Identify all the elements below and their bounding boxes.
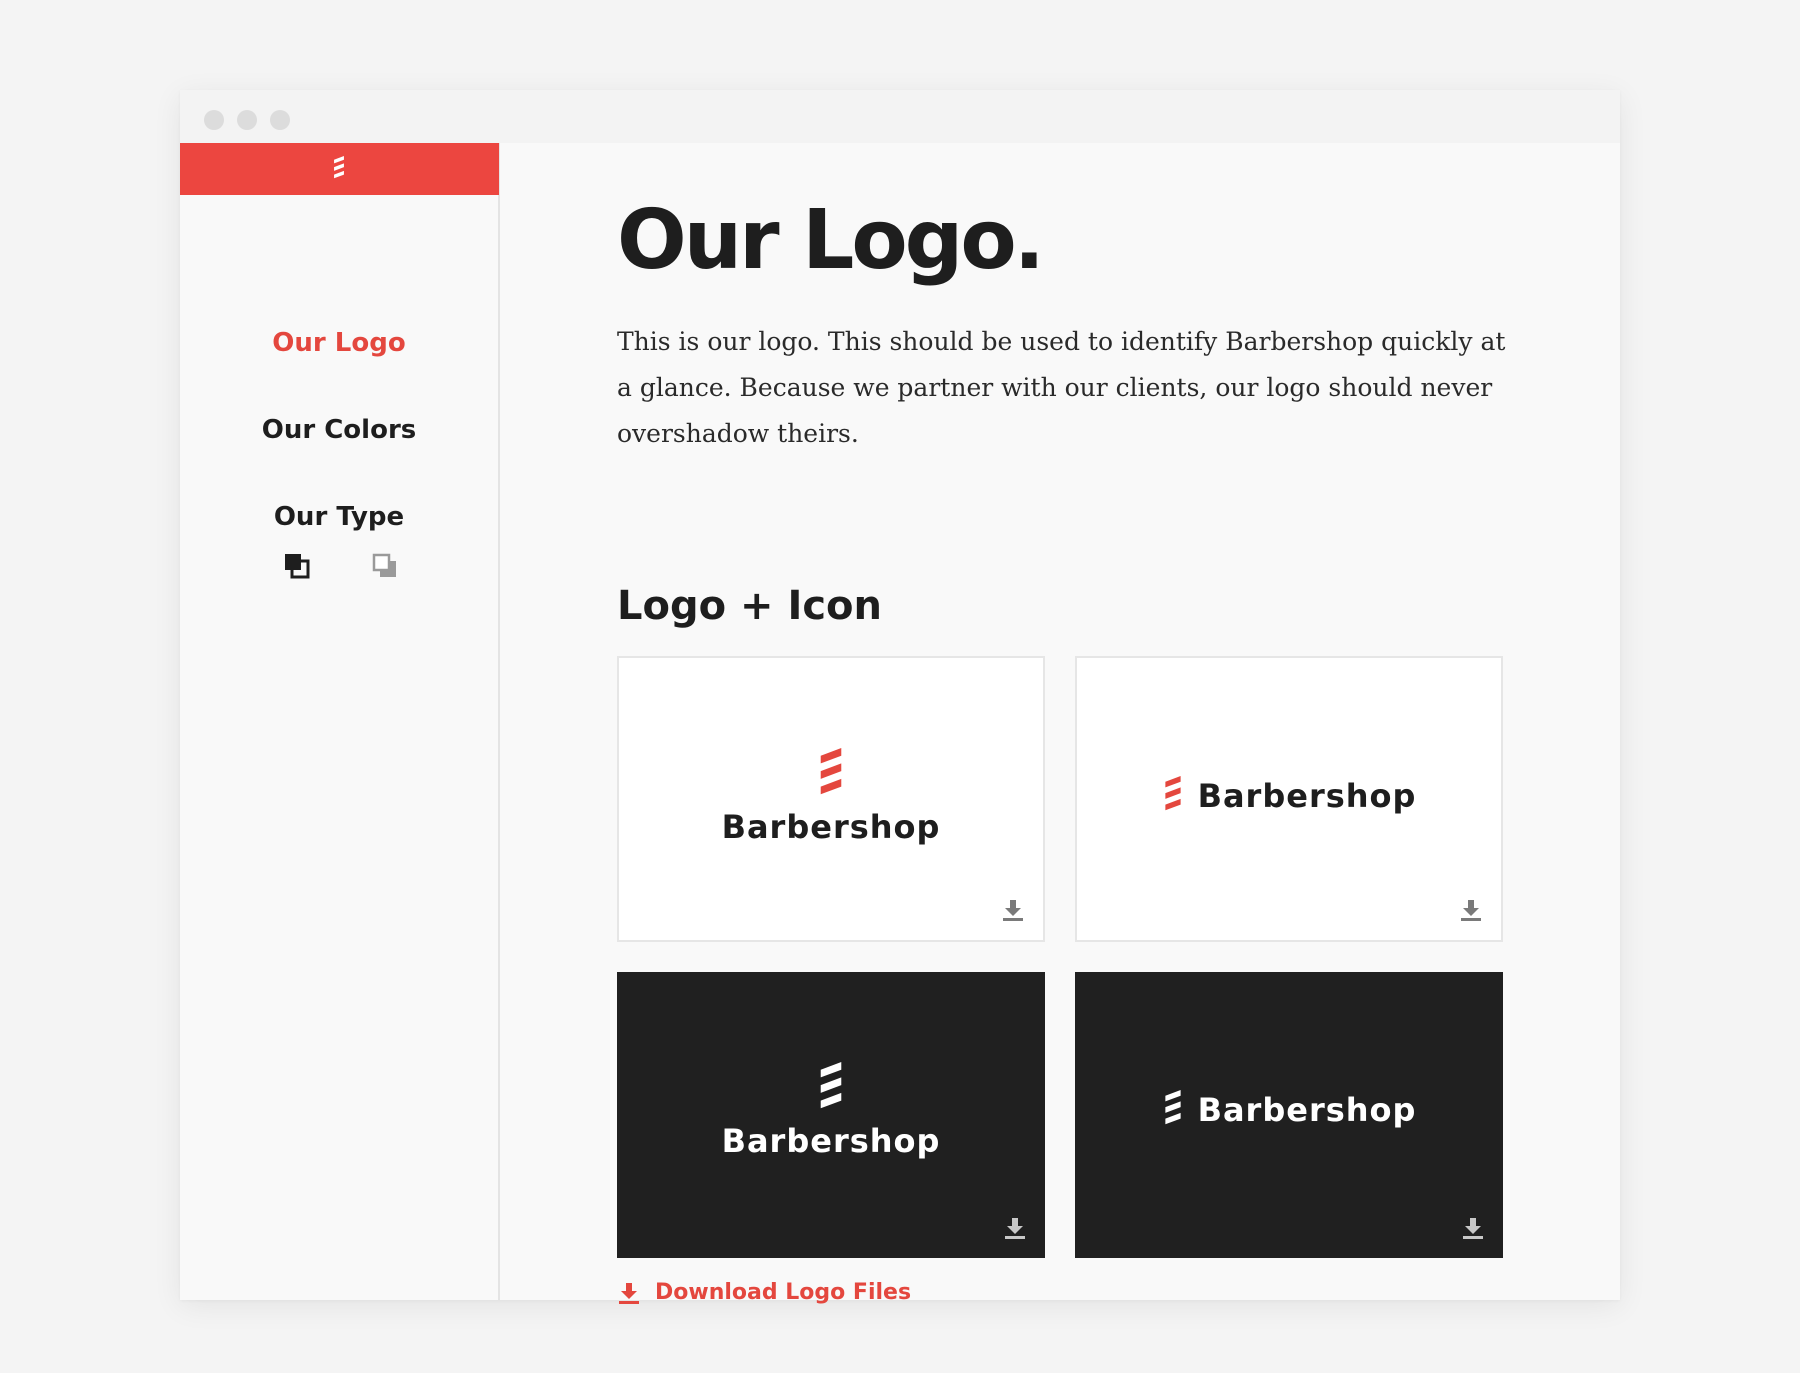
- logo-wordmark: Barbershop: [1197, 1091, 1417, 1129]
- barbershop-pole-icon: [1164, 1090, 1181, 1125]
- window-maximize-dot[interactable]: [270, 110, 290, 130]
- inline-logo: Barbershop: [1075, 1090, 1503, 1130]
- sidebar-item-our-logo[interactable]: Our Logo: [180, 328, 498, 358]
- download-logo-files-link[interactable]: Download Logo Files: [617, 1280, 911, 1305]
- dark-theme-icon: [285, 554, 310, 579]
- download-icon[interactable]: [1461, 1216, 1485, 1240]
- barbershop-pole-icon: [1164, 776, 1181, 811]
- logo-card-dark-stacked[interactable]: Barbershop: [617, 972, 1045, 1258]
- barbershop-pole-icon: [334, 156, 344, 179]
- barbershop-pole-icon: [820, 1062, 842, 1109]
- download-icon[interactable]: [1459, 898, 1483, 922]
- dark-theme-toggle[interactable]: [284, 553, 310, 579]
- brand-bar[interactable]: [180, 143, 499, 195]
- window-titlebar: [180, 90, 1620, 143]
- intro-paragraph: This is our logo. This should be used to…: [617, 327, 1506, 448]
- barbershop-pole-icon: [820, 748, 842, 795]
- inline-logo: Barbershop: [1077, 776, 1501, 816]
- sidebar: Our Logo Our Colors Our Type: [180, 143, 500, 1300]
- logo-card-light-stacked[interactable]: Barbershop: [617, 656, 1045, 942]
- download-logo-files-label: Download Logo Files: [655, 1280, 912, 1305]
- stacked-logo: Barbershop: [619, 748, 1043, 846]
- sidebar-item-our-colors[interactable]: Our Colors: [180, 415, 498, 445]
- download-icon: [619, 1282, 639, 1304]
- browser-window: Our Logo Our Colors Our Type Our Logo. T…: [180, 90, 1620, 1305]
- light-theme-icon: [372, 553, 396, 577]
- page-title: Our Logo.: [617, 193, 1045, 288]
- stacked-logo: Barbershop: [617, 1062, 1045, 1160]
- logo-wordmark: Barbershop: [721, 808, 941, 846]
- section-title: Logo + Icon: [617, 583, 882, 629]
- window-close-dot[interactable]: [204, 110, 224, 130]
- window-minimize-dot[interactable]: [237, 110, 257, 130]
- logo-wordmark: Barbershop: [1197, 777, 1417, 815]
- sidebar-item-our-type[interactable]: Our Type: [180, 502, 498, 532]
- logo-card-light-inline[interactable]: Barbershop: [1075, 656, 1503, 942]
- logo-card-dark-inline[interactable]: Barbershop: [1075, 972, 1503, 1258]
- light-theme-toggle[interactable]: [372, 553, 398, 579]
- logo-wordmark: Barbershop: [721, 1122, 941, 1160]
- download-icon[interactable]: [1003, 1216, 1027, 1240]
- download-icon[interactable]: [1001, 898, 1025, 922]
